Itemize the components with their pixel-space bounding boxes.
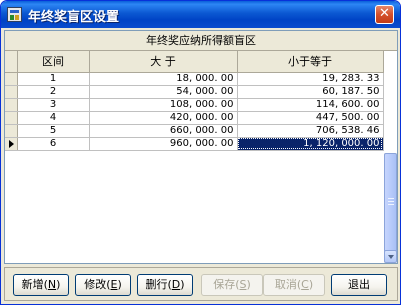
current-row-pointer-icon	[9, 139, 14, 148]
cell-interval[interactable]: 2	[17, 85, 90, 99]
cell-greater-than[interactable]: 18, 000. 00	[89, 72, 238, 86]
settings-window: 年终奖盲区设置 ✕ 年终奖应纳所得额盲区 区间 大 于 小于等于 1 18, 0…	[0, 0, 401, 305]
row-indicator[interactable]	[5, 124, 18, 138]
column-header-greater-than[interactable]: 大 于	[89, 51, 238, 73]
exit-button[interactable]: 退出	[331, 274, 387, 296]
row-indicator[interactable]	[5, 85, 18, 99]
column-header-less-equal[interactable]: 小于等于	[237, 51, 384, 73]
window-title: 年终奖盲区设置	[28, 10, 120, 25]
table-row[interactable]: 4 420, 000. 00 447, 500. 00	[5, 111, 384, 125]
close-button[interactable]: ✕	[375, 5, 394, 24]
add-button[interactable]: 新增(N)	[13, 274, 69, 296]
cell-less-equal[interactable]: 19, 283. 33	[237, 72, 384, 86]
cell-less-equal[interactable]: 114, 600. 00	[237, 98, 384, 112]
cell-less-equal-selected[interactable]: 1, 120, 000. 00	[237, 137, 384, 151]
row-indicator[interactable]	[5, 98, 18, 112]
grid-table: 区间 大 于 小于等于 1 18, 000. 00 19, 283. 33 2 …	[5, 51, 384, 151]
cell-interval[interactable]: 6	[17, 137, 90, 151]
cell-less-equal[interactable]: 706, 538. 46	[237, 124, 384, 138]
cell-less-equal[interactable]: 60, 187. 50	[237, 85, 384, 99]
delete-row-button[interactable]: 删行(D)	[137, 274, 193, 296]
vertical-scrollbar[interactable]	[384, 153, 397, 263]
grid-group-header: 年终奖应纳所得额盲区	[5, 31, 397, 51]
app-icon	[7, 7, 22, 22]
title-bar[interactable]: 年终奖盲区设置 ✕	[1, 1, 400, 28]
cell-less-equal[interactable]: 447, 500. 00	[237, 111, 384, 125]
table-row[interactable]: 1 18, 000. 00 19, 283. 33	[5, 72, 384, 86]
table-row-current[interactable]: 6 960, 000. 00 1, 120, 000. 00	[5, 137, 384, 151]
row-indicator[interactable]	[5, 72, 18, 86]
table-row[interactable]: 2 54, 000. 00 60, 187. 50	[5, 85, 384, 99]
button-bar: 新增(N) 修改(E) 删行(D) 保存(S) 取消(C) 退出	[4, 267, 398, 301]
row-indicator-header	[5, 51, 18, 73]
cell-greater-than[interactable]: 960, 000. 00	[89, 137, 238, 151]
scroll-down-arrow-icon[interactable]	[384, 250, 397, 263]
row-indicator[interactable]	[5, 137, 18, 151]
cell-greater-than[interactable]: 660, 000. 00	[89, 124, 238, 138]
cell-greater-than[interactable]: 420, 000. 00	[89, 111, 238, 125]
close-icon: ✕	[379, 6, 390, 21]
cell-interval[interactable]: 5	[17, 124, 90, 138]
cell-interval[interactable]: 4	[17, 111, 90, 125]
cell-interval[interactable]: 3	[17, 98, 90, 112]
row-indicator[interactable]	[5, 111, 18, 125]
data-grid[interactable]: 年终奖应纳所得额盲区 区间 大 于 小于等于 1 18, 000. 00 19,…	[4, 30, 398, 264]
cell-greater-than[interactable]: 108, 000. 00	[89, 98, 238, 112]
scrollbar-thumb[interactable]	[384, 153, 397, 253]
table-row[interactable]: 3 108, 000. 00 114, 600. 00	[5, 98, 384, 112]
cell-interval[interactable]: 1	[17, 72, 90, 86]
cancel-button[interactable]: 取消(C)	[263, 274, 325, 296]
column-header-interval[interactable]: 区间	[17, 51, 90, 73]
edit-button[interactable]: 修改(E)	[75, 274, 131, 296]
cell-greater-than[interactable]: 54, 000. 00	[89, 85, 238, 99]
table-row[interactable]: 5 660, 000. 00 706, 538. 46	[5, 124, 384, 138]
save-button[interactable]: 保存(S)	[201, 274, 263, 296]
